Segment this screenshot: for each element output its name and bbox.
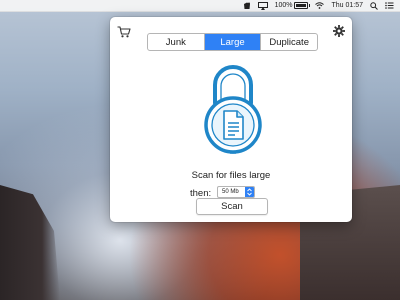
search-icon[interactable] bbox=[370, 1, 378, 10]
airplay-icon[interactable] bbox=[257, 1, 268, 10]
scan-button[interactable]: Scan bbox=[196, 198, 268, 215]
size-threshold-select[interactable]: 50 Mb bbox=[217, 186, 255, 198]
size-threshold-value: 50 Mb bbox=[222, 189, 239, 195]
battery-icon bbox=[294, 2, 311, 9]
menu-bar: 100% Thu 01:57 bbox=[0, 0, 400, 12]
chevron-updown-icon bbox=[245, 187, 254, 197]
battery-percent: 100% bbox=[274, 2, 293, 9]
scan-description: Scan for files large bbox=[191, 170, 271, 181]
battery-indicator[interactable]: 100% bbox=[274, 2, 311, 9]
gear-icon[interactable] bbox=[333, 24, 345, 37]
cleaner-icon[interactable] bbox=[243, 2, 251, 10]
notification-list-icon[interactable] bbox=[385, 2, 394, 9]
tab-junk[interactable]: Junk bbox=[148, 34, 205, 50]
lock-document-icon bbox=[203, 61, 263, 157]
tab-duplicate[interactable]: Duplicate bbox=[261, 34, 317, 50]
app-popover: Junk Large Duplicate Scan for files larg… bbox=[110, 17, 352, 222]
clock[interactable]: Thu 01:57 bbox=[331, 2, 363, 9]
tab-large[interactable]: Large bbox=[204, 34, 262, 50]
wifi-icon[interactable] bbox=[315, 2, 325, 9]
mode-segmented-control: Junk Large Duplicate bbox=[147, 33, 318, 51]
cart-icon[interactable] bbox=[117, 25, 131, 38]
